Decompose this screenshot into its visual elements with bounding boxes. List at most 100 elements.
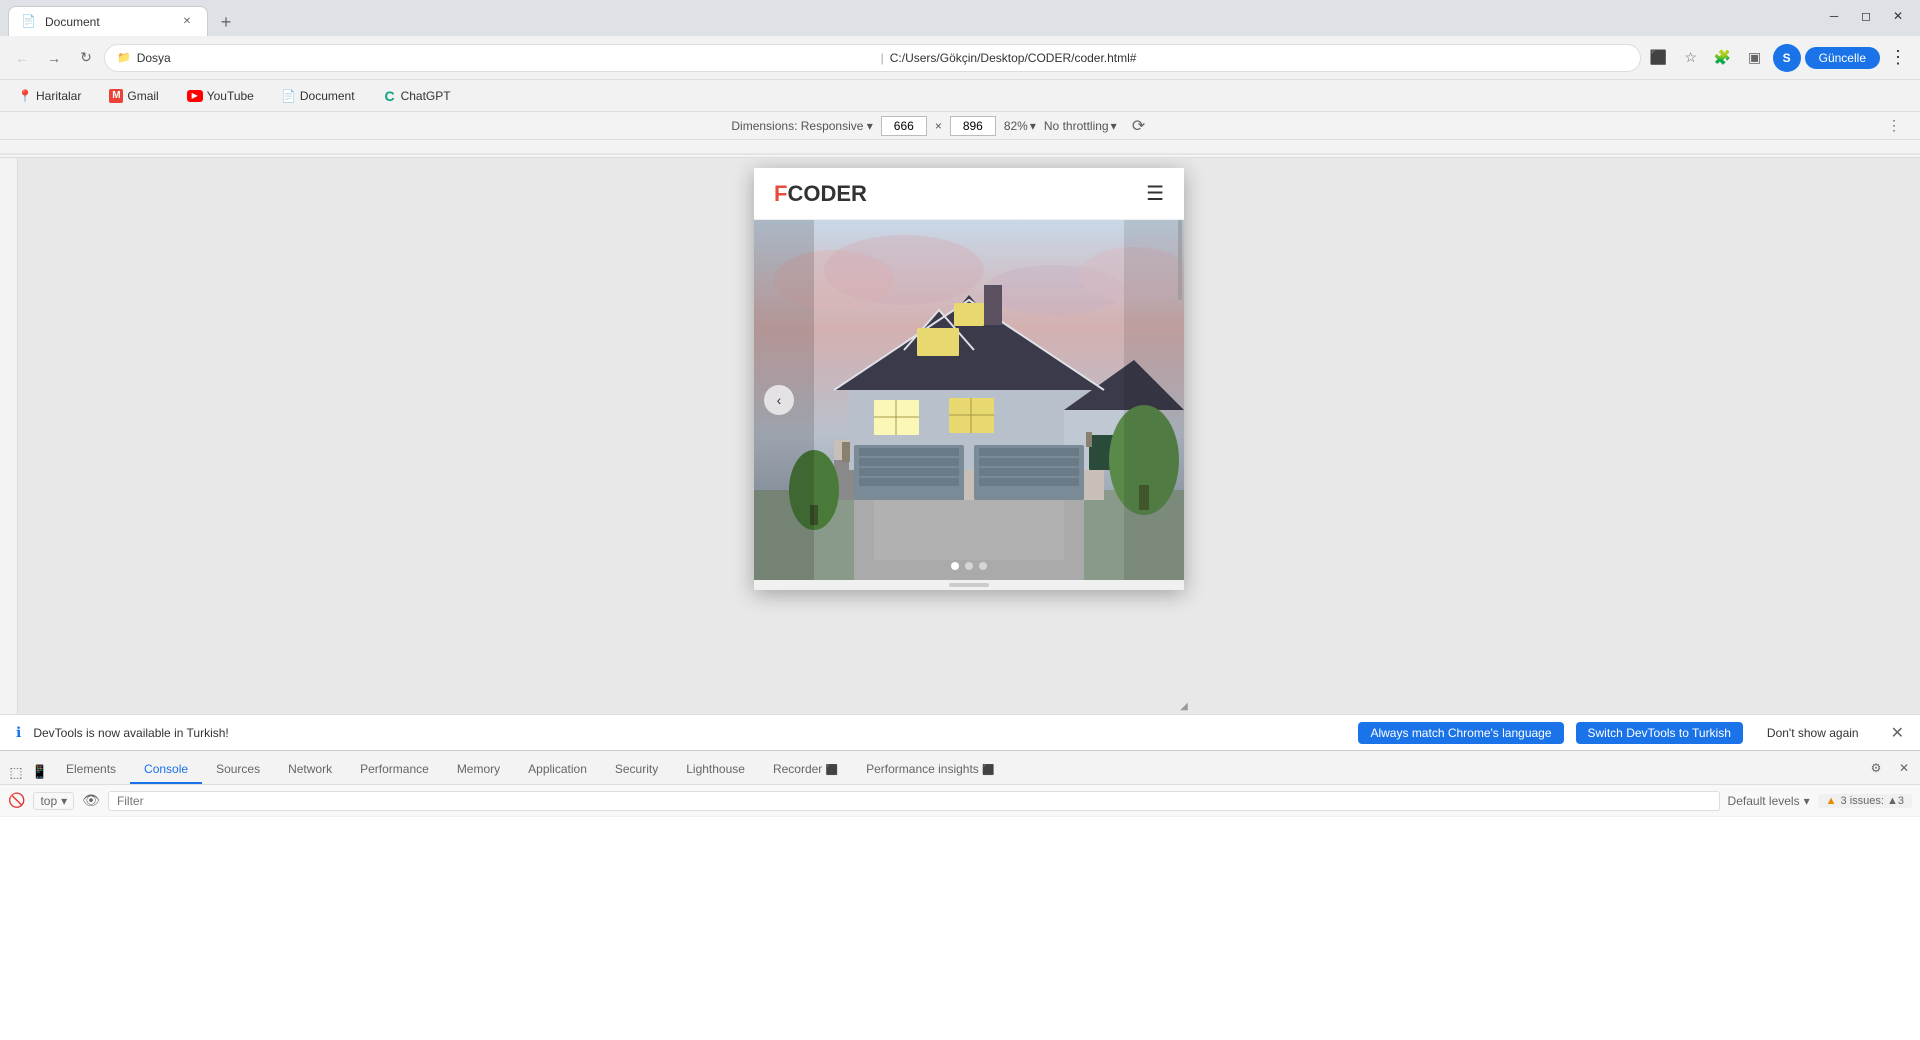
cast-button[interactable]: ⬛ <box>1645 44 1673 72</box>
carousel-dot-3[interactable] <box>979 562 987 570</box>
haritalar-icon: 📍 <box>18 89 32 103</box>
sidebar-button[interactable]: ▣ <box>1741 44 1769 72</box>
carousel-dot-2[interactable] <box>965 562 973 570</box>
tab-close-button[interactable]: ✕ <box>179 14 195 30</box>
bookmark-button[interactable]: ☆ <box>1677 44 1705 72</box>
throttle-dropdown-arrow: ▾ <box>1111 119 1117 133</box>
rotate-icon[interactable]: ⟳ <box>1125 112 1153 140</box>
tab-network[interactable]: Network <box>274 756 346 784</box>
zoom-dropdown-arrow: ▾ <box>1030 119 1036 133</box>
resize-handle[interactable]: ◢ <box>1176 698 1192 714</box>
tab-sources[interactable]: Sources <box>202 756 274 784</box>
tab-bar: 📄 Document ✕ + ─ ◻ ✕ <box>0 0 1920 36</box>
browser-content: FCODER ☰ <box>0 140 1920 714</box>
drag-handle[interactable] <box>754 580 1184 590</box>
tab-performance-insights[interactable]: Performance insights ⬛ <box>852 756 1009 784</box>
back-button[interactable]: ← <box>8 44 36 72</box>
extensions-button[interactable]: 🧩 <box>1709 44 1737 72</box>
content-row: FCODER ☰ <box>0 158 1920 714</box>
console-eye-icon[interactable]: 👁 <box>82 792 100 809</box>
console-clear-button[interactable]: 🚫 <box>8 792 25 809</box>
profile-button[interactable]: S <box>1773 44 1801 72</box>
default-levels-label: Default levels <box>1728 794 1800 808</box>
issues-badge[interactable]: ▲ 3 issues: ▲3 <box>1818 794 1912 808</box>
bookmark-haritalar[interactable]: 📍 Haritalar <box>12 87 87 105</box>
bookmark-haritalar-label: Haritalar <box>36 89 81 103</box>
devtools-settings-button[interactable]: ⚙ <box>1864 756 1888 780</box>
bookmark-youtube[interactable]: ▶ YouTube <box>181 87 260 105</box>
context-label: top <box>40 794 57 808</box>
notification-close-button[interactable]: ✕ <box>1891 723 1904 743</box>
dimensions-controls: Dimensions: Responsive ▾ × 82% ▾ No thro… <box>12 112 1872 140</box>
minimize-button[interactable]: ─ <box>1820 2 1848 30</box>
address-url: C:/Users/Gökçin/Desktop/CODER/coder.html… <box>890 51 1628 65</box>
devtools-device-button[interactable]: 📱 <box>28 760 52 784</box>
new-tab-button[interactable]: + <box>212 8 240 36</box>
device-scrollbar[interactable] <box>1178 220 1182 300</box>
site-hero: ‹ <box>754 220 1184 580</box>
address-bar[interactable]: 📁 Dosya | C:/Users/Gökçin/Desktop/CODER/… <box>104 44 1641 72</box>
tab-console[interactable]: Console <box>130 756 202 784</box>
chrome-menu-button[interactable]: ⋮ <box>1884 44 1912 72</box>
tab-security[interactable]: Security <box>601 756 672 784</box>
ruler-top <box>0 140 1920 158</box>
carousel-dots <box>951 562 987 570</box>
logo-coder: CODER <box>787 181 866 206</box>
reload-button[interactable]: ↻ <box>72 44 100 72</box>
tab-performance[interactable]: Performance <box>346 756 443 784</box>
zoom-dropdown[interactable]: 82% ▾ <box>1004 119 1036 133</box>
devtools-more-options[interactable]: ⋮ <box>1880 112 1908 140</box>
issues-triangle-icon: ▲ <box>1826 795 1837 807</box>
devtools-console-bar: 🚫 top ▾ 👁 Default levels ▾ ▲ 3 issues: ▲… <box>0 785 1920 817</box>
top-context-selector[interactable]: top ▾ <box>33 792 74 810</box>
context-dropdown-arrow: ▾ <box>61 794 67 808</box>
bookmark-document[interactable]: 📄 Document <box>276 87 361 105</box>
hero-image <box>754 220 1184 580</box>
bookmark-youtube-label: YouTube <box>207 89 254 103</box>
dimensions-dropdown-arrow[interactable]: ▾ <box>867 119 873 133</box>
console-filter-input[interactable] <box>108 791 1720 811</box>
devtools-panel: ⬚ 📱 Elements Console Sources Network Per… <box>0 750 1920 1040</box>
tab-application[interactable]: Application <box>514 756 601 784</box>
switch-devtools-button[interactable]: Switch DevTools to Turkish <box>1576 722 1743 744</box>
site-logo: FCODER <box>774 181 867 207</box>
youtube-icon: ▶ <box>187 90 203 102</box>
devtools-notification-bar: ℹ DevTools is now available in Turkish! … <box>0 714 1920 750</box>
height-input[interactable] <box>950 116 996 136</box>
bookmarks-bar: 📍 Haritalar M Gmail ▶ YouTube 📄 Document… <box>0 80 1920 112</box>
devtools-tabs: ⬚ 📱 Elements Console Sources Network Per… <box>0 751 1920 785</box>
devtools-topbar-right: ⋮ <box>1880 112 1908 140</box>
forward-button[interactable]: → <box>40 44 68 72</box>
width-input[interactable] <box>881 116 927 136</box>
address-protocol: Dosya <box>137 51 875 65</box>
bookmark-chatgpt[interactable]: C ChatGPT <box>377 87 457 105</box>
bookmark-document-label: Document <box>300 89 355 103</box>
devtools-inspect-button[interactable]: ⬚ <box>4 760 28 784</box>
tab-recorder[interactable]: Recorder ⬛ <box>759 756 852 784</box>
hamburger-menu-button[interactable]: ☰ <box>1146 181 1164 206</box>
carousel-dot-1[interactable] <box>951 562 959 570</box>
tab-lighthouse[interactable]: Lighthouse <box>672 756 759 784</box>
tab-favicon: 📄 <box>21 14 37 30</box>
close-window-button[interactable]: ✕ <box>1884 2 1912 30</box>
device-frame: FCODER ☰ <box>754 168 1184 590</box>
info-icon: ℹ <box>16 724 21 741</box>
active-tab[interactable]: 📄 Document ✕ <box>8 6 208 36</box>
bookmark-gmail[interactable]: M Gmail <box>103 87 164 105</box>
carousel-prev-button[interactable]: ‹ <box>764 385 794 415</box>
device-preview-area: FCODER ☰ <box>18 158 1920 714</box>
match-language-button[interactable]: Always match Chrome's language <box>1358 722 1563 744</box>
restore-button[interactable]: ◻ <box>1852 2 1880 30</box>
ruler-top-svg <box>0 140 1920 158</box>
devtools-tab-icons: ⚙ ✕ <box>1864 756 1916 784</box>
browser-frame: 📄 Document ✕ + ─ ◻ ✕ ← → ↻ 📁 Dosya | C:/… <box>0 0 1920 1040</box>
throttle-dropdown[interactable]: No throttling ▾ <box>1044 119 1117 133</box>
tab-memory[interactable]: Memory <box>443 756 514 784</box>
default-levels-dropdown[interactable]: Default levels ▾ <box>1728 794 1810 808</box>
devtools-close-button[interactable]: ✕ <box>1892 756 1916 780</box>
dont-show-button[interactable]: Don't show again <box>1755 722 1871 744</box>
tab-elements[interactable]: Elements <box>52 756 130 784</box>
update-button[interactable]: Güncelle <box>1805 47 1880 69</box>
document-icon: 📄 <box>282 89 296 103</box>
dimensions-label: Dimensions: Responsive ▾ <box>731 119 872 133</box>
